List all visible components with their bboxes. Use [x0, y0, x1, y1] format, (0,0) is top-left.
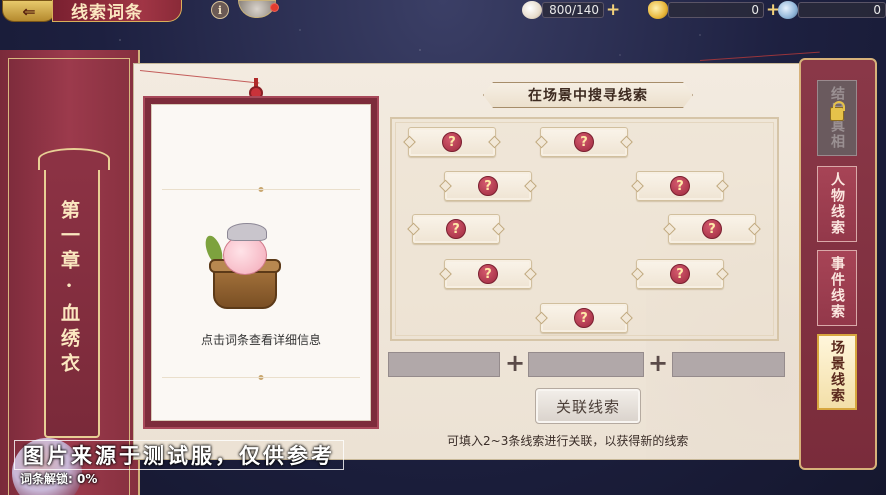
- question-mark-icon: ?: [670, 264, 690, 284]
- resource-stamina: 800/140 +: [522, 1, 620, 19]
- info-button[interactable]: i: [211, 1, 229, 19]
- chapter-panel: 第一章·血绣衣: [0, 50, 140, 495]
- clue-slot[interactable]: ?: [540, 303, 628, 333]
- jade-coin-icon: [778, 1, 798, 19]
- link-clues-button[interactable]: 关联线索: [535, 388, 641, 424]
- card-hint-text: 点击词条查看详细信息: [200, 333, 321, 347]
- clue-slot[interactable]: ?: [540, 127, 628, 157]
- clue-slot[interactable]: ?: [412, 214, 500, 244]
- clue-slot[interactable]: ?: [444, 171, 532, 201]
- tab-label: 人物线索: [829, 172, 845, 236]
- question-mark-icon: ?: [574, 132, 594, 152]
- link-slot-1[interactable]: [388, 352, 500, 377]
- stamina-value: 800/140: [542, 2, 604, 18]
- question-mark-icon: ?: [702, 219, 722, 239]
- resource-gold: 0 +: [648, 1, 780, 19]
- resource-jade: 0: [778, 1, 886, 19]
- back-button[interactable]: ⇐: [2, 0, 56, 22]
- clue-slot[interactable]: ?: [668, 214, 756, 244]
- clue-slot[interactable]: ?: [636, 171, 724, 201]
- lock-icon: [830, 100, 845, 121]
- question-mark-icon: ?: [478, 176, 498, 196]
- clue-slot[interactable]: ?: [408, 127, 496, 157]
- gold-value: 0: [668, 2, 764, 18]
- add-stamina-button[interactable]: +: [606, 2, 620, 19]
- plus-icon: +: [505, 349, 526, 377]
- info-icon: i: [217, 3, 223, 17]
- question-mark-icon: ?: [442, 132, 462, 152]
- jade-value: 0: [798, 2, 886, 18]
- card-divider: [162, 189, 360, 190]
- plus-icon: +: [648, 349, 669, 377]
- peach-bun-icon: [522, 1, 542, 19]
- top-bar: ⇐ 线索词条 i 800/140 + 0 + 0: [0, 0, 886, 26]
- tab-label: 事件线索: [829, 256, 845, 320]
- chapter-title: 第一章·血绣衣: [58, 200, 80, 378]
- clue-slot[interactable]: ?: [636, 259, 724, 289]
- unlock-progress-text: 词条解锁: 0%: [20, 472, 98, 486]
- question-mark-icon: ?: [574, 308, 594, 328]
- link-slot-2[interactable]: [528, 352, 644, 377]
- test-server-watermark: 图片来源于测试服，仅供参考: [14, 440, 344, 470]
- chapter-frame: 第一章·血绣衣: [38, 148, 110, 438]
- mascot-head: [223, 235, 267, 275]
- tab-scene-clues[interactable]: 场景线索: [817, 334, 857, 410]
- mascot-bath-icon: [202, 215, 285, 310]
- question-mark-icon: ?: [446, 219, 466, 239]
- gold-ingot-icon: [648, 1, 668, 19]
- tab-ending-truth[interactable]: 结局真相: [817, 80, 857, 156]
- tab-label: 场景线索: [829, 340, 845, 404]
- search-title: 在场景中搜寻线索: [483, 82, 693, 108]
- card-divider: [162, 377, 360, 378]
- tab-character-clues[interactable]: 人物线索: [817, 166, 857, 242]
- tab-event-clues[interactable]: 事件线索: [817, 250, 857, 326]
- link-hint-text: 可填入2~3条线索进行关联，以获得新的线索: [447, 434, 689, 448]
- mascot-towel: [227, 223, 267, 241]
- clue-slot[interactable]: ?: [444, 259, 532, 289]
- back-arrow-icon: ⇐: [22, 1, 36, 21]
- clue-category-tabs: 结局真相 人物线索 事件线索 场景线索: [799, 58, 877, 470]
- notification-dot: [270, 3, 279, 12]
- question-mark-icon: ?: [478, 264, 498, 284]
- link-slot-3[interactable]: [672, 352, 785, 377]
- page-title: 线索词条: [52, 0, 182, 23]
- question-mark-icon: ?: [670, 176, 690, 196]
